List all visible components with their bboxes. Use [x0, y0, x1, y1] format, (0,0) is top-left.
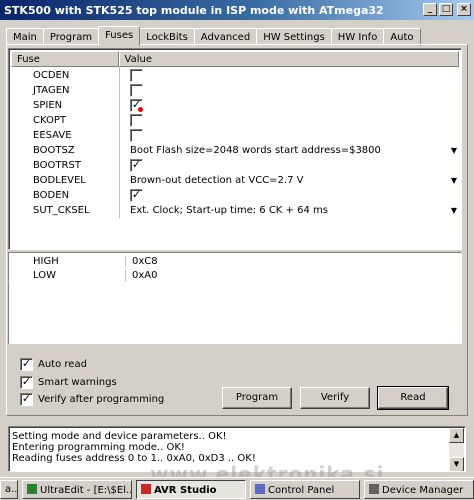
- fuse-name: JTAGEN: [33, 85, 70, 96]
- taskbar-item-control-panel[interactable]: Control Panel: [250, 480, 360, 499]
- taskbar-item-avr-studio[interactable]: AVR Studio: [136, 480, 246, 499]
- hex-value[interactable]: 0xA0: [125, 270, 157, 281]
- select-value: Ext. Clock; Start-up time: 6 CK + 64 ms: [130, 205, 328, 216]
- jtagen-checkbox[interactable]: [130, 84, 143, 97]
- smart-warnings-label: Smart warnings: [38, 377, 117, 388]
- fuse-row-bootsz: BOOTSZ Boot Flash size=2048 words start …: [11, 143, 459, 158]
- taskbar-item[interactable]: a...: [0, 480, 18, 499]
- fuse-name: EESAVE: [33, 130, 72, 141]
- log-line: Entering programming mode.. OK!: [12, 442, 185, 453]
- taskbar-item-label: UltraEdit - [E:\$El...: [40, 485, 132, 496]
- hex-name: HIGH: [33, 256, 59, 267]
- fuse-table: Fuse Value OCDEN JTAGEN SPIEN ✓ CKOPT EE…: [8, 48, 462, 250]
- log-scrollbar[interactable]: ▲ ▼: [449, 428, 464, 471]
- taskbar-item-label: a...: [5, 484, 18, 495]
- fuse-name: BOOTSZ: [33, 145, 75, 156]
- taskbar-item-label: Control Panel: [268, 485, 335, 496]
- dropdown-arrow-icon[interactable]: ▼: [451, 146, 457, 155]
- hex-value[interactable]: 0xC8: [125, 256, 158, 267]
- window-titlebar: STK500 with STK525 top module in ISP mod…: [0, 0, 474, 20]
- verify-button[interactable]: Verify: [300, 387, 370, 409]
- taskbar-item-label: AVR Studio: [154, 485, 217, 496]
- ultraedit-icon: [27, 484, 37, 494]
- taskbar-item-label: Device Manager: [382, 485, 464, 496]
- hex-row-high: HIGH 0xC8: [11, 255, 459, 268]
- maximize-button[interactable]: □: [439, 3, 453, 16]
- fuse-row-eesave: EESAVE: [11, 128, 459, 143]
- boden-checkbox[interactable]: ✓: [130, 189, 143, 202]
- fuse-column-header[interactable]: Fuse: [11, 51, 119, 67]
- sut-cksel-select[interactable]: Ext. Clock; Start-up time: 6 CK + 64 ms …: [119, 203, 459, 218]
- fuse-row-ocden: OCDEN: [11, 68, 459, 83]
- hex-values-empty-area: [8, 282, 462, 344]
- fuse-row-boden: BODEN ✓: [11, 188, 459, 203]
- fuse-row-ckopt: CKOPT: [11, 113, 459, 128]
- fuse-row-spien: SPIEN ✓: [11, 98, 459, 113]
- fuse-name: OCDEN: [33, 70, 70, 81]
- dropdown-arrow-icon[interactable]: ▼: [451, 206, 457, 215]
- scroll-up-icon[interactable]: ▲: [449, 428, 464, 443]
- taskbar-item-device-manager[interactable]: Device Manager: [364, 480, 474, 499]
- auto-read-option[interactable]: ✓ Auto read: [20, 358, 87, 371]
- select-value: Boot Flash size=2048 words start address…: [130, 145, 381, 156]
- tab-fuses[interactable]: Fuses: [98, 26, 141, 46]
- taskbar-item-ultraedit[interactable]: UltraEdit - [E:\$El...: [22, 480, 132, 499]
- hex-name: LOW: [33, 270, 56, 281]
- lock-indicator-icon: [138, 107, 143, 112]
- smart-warnings-option[interactable]: ✓ Smart warnings: [20, 376, 117, 389]
- spien-checkbox[interactable]: ✓: [130, 99, 143, 112]
- read-button[interactable]: Read: [377, 386, 449, 410]
- program-button[interactable]: Program: [222, 387, 292, 409]
- fuse-name: SPIEN: [33, 100, 63, 111]
- fuse-row-sut-cksel: SUT_CKSEL Ext. Clock; Start-up time: 6 C…: [11, 203, 459, 218]
- ckopt-checkbox[interactable]: [130, 114, 143, 127]
- device-manager-icon: [369, 484, 379, 494]
- fuse-row-jtagen: JTAGEN: [11, 83, 459, 98]
- verify-after-programming-option[interactable]: ✓ Verify after programming: [20, 393, 164, 406]
- value-column-header[interactable]: Value: [118, 51, 459, 67]
- fuse-hex-values: HIGH 0xC8 LOW 0xA0: [8, 252, 462, 282]
- ocden-checkbox[interactable]: [130, 69, 143, 82]
- taskbar: a... UltraEdit - [E:\$El... AVR Studio C…: [0, 477, 474, 500]
- dropdown-arrow-icon[interactable]: ▼: [451, 176, 457, 185]
- avr-studio-icon: [141, 484, 151, 494]
- scroll-down-icon[interactable]: ▼: [449, 457, 464, 471]
- eesave-checkbox[interactable]: [130, 129, 143, 142]
- fuse-name: BODEN: [33, 190, 70, 201]
- fuse-row-bootrst: BOOTRST ✓: [11, 158, 459, 173]
- hex-row-low: LOW 0xA0: [11, 269, 459, 282]
- verify-after-programming-label: Verify after programming: [38, 394, 165, 405]
- bootsz-select[interactable]: Boot Flash size=2048 words start address…: [119, 143, 459, 158]
- bootrst-checkbox[interactable]: ✓: [130, 159, 143, 172]
- bodlevel-select[interactable]: Brown-out detection at VCC=2.7 V ▼: [119, 173, 459, 188]
- fuse-name: BODLEVEL: [33, 175, 86, 186]
- select-value: Brown-out detection at VCC=2.7 V: [130, 175, 304, 186]
- log-line: Setting mode and device parameters.. OK!: [12, 431, 227, 442]
- minimize-button[interactable]: _: [423, 3, 437, 16]
- verify-after-programming-checkbox[interactable]: ✓: [20, 393, 33, 406]
- fuse-name: CKOPT: [33, 115, 67, 126]
- smart-warnings-checkbox[interactable]: ✓: [20, 376, 33, 389]
- window-title: STK500 with STK525 top module in ISP mod…: [4, 4, 384, 17]
- control-panel-icon: [255, 484, 265, 494]
- close-button[interactable]: ×: [457, 3, 471, 16]
- fuse-table-header: Fuse Value: [11, 51, 459, 67]
- tab-strip: Main Program Fuses LockBits Advanced HW …: [6, 26, 421, 46]
- fuse-name: BOOTRST: [33, 160, 81, 171]
- auto-read-checkbox[interactable]: ✓: [20, 358, 33, 371]
- fuse-row-bodlevel: BODLEVEL Brown-out detection at VCC=2.7 …: [11, 173, 459, 188]
- fuse-name: SUT_CKSEL: [33, 205, 90, 216]
- auto-read-label: Auto read: [38, 359, 87, 370]
